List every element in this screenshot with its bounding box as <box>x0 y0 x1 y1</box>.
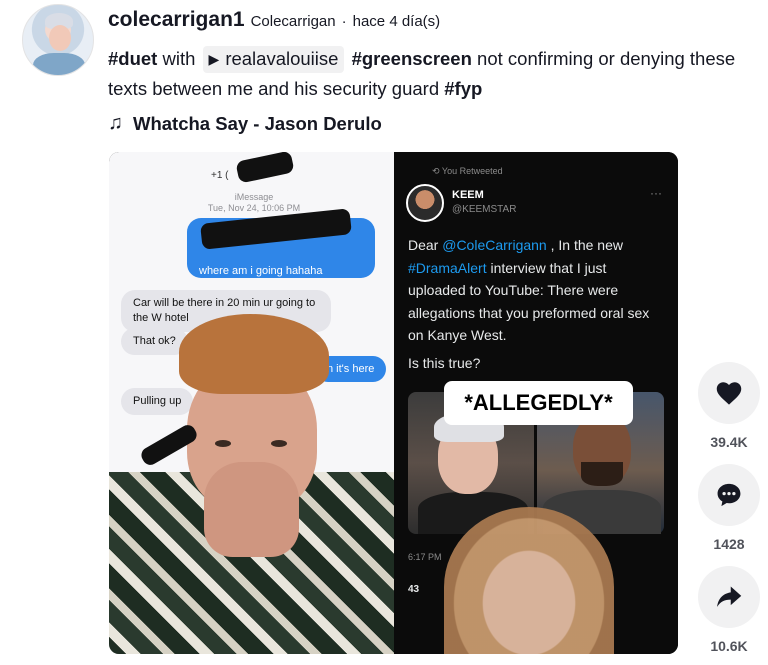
like-count: 39.4K <box>710 434 748 450</box>
tweet-time: 6:17 PM <box>408 552 442 562</box>
share-button[interactable] <box>698 566 760 628</box>
duet-person-right <box>444 507 614 654</box>
nickname[interactable]: Colecarrigan <box>251 13 336 30</box>
image-person-beard <box>581 462 623 486</box>
hashtag-fyp[interactable]: #fyp <box>444 78 482 99</box>
retweet-text: You Retweeted <box>441 166 503 176</box>
avatar-face <box>49 25 71 51</box>
tweet-avatar <box>406 184 444 222</box>
tweet-text-1: Dear <box>408 237 443 253</box>
comment-group: 1428 <box>698 464 760 556</box>
imessage-meta: iMessage Tue, Nov 24, 10:06 PM <box>169 192 339 214</box>
avatar-shirt <box>33 53 85 75</box>
duet-username: realavalouiise <box>225 48 339 69</box>
comment-count: 1428 <box>713 536 745 552</box>
hashtag-duet[interactable]: #duet <box>108 48 157 69</box>
comment-button[interactable] <box>698 464 760 526</box>
username[interactable]: colecarrigan1 <box>108 8 245 32</box>
share-group: 10.6K <box>698 566 760 658</box>
retweet-label: ⟲ You Retweeted <box>432 166 503 176</box>
like-button[interactable] <box>698 362 760 424</box>
post-header: colecarrigan1 Colecarrigan · hace 4 día(… <box>108 8 758 135</box>
separator-dot: · <box>341 13 347 30</box>
person-hand <box>204 462 299 557</box>
person-hair <box>179 314 329 394</box>
tweet-mention: @ColeCarrigann <box>442 237 547 253</box>
imessage-contact: +1 ( <box>211 170 229 181</box>
tweet-count: 43 <box>408 584 420 595</box>
more-icon: ··· <box>650 186 662 200</box>
tweet-screenshot: ⟲ You Retweeted KEEM @KEEMSTAR ··· Dear … <box>394 152 678 654</box>
avatar[interactable] <box>22 4 94 76</box>
allegedly-overlay: *ALLEGEDLY* <box>444 381 633 425</box>
tweet-question: Is this true? <box>408 355 481 371</box>
heart-icon <box>716 382 742 405</box>
imessage-screenshot: +1 ( iMessage Tue, Nov 24, 10:06 PM wher… <box>109 152 394 654</box>
caption: #duet with ▶ realavalouiise #greenscreen … <box>108 44 748 104</box>
tweet-name: KEEM <box>452 189 484 201</box>
duet-user-link[interactable]: ▶ realavalouiise <box>202 46 345 73</box>
tweet-text-2: , In the new <box>546 237 623 253</box>
like-group: 39.4K <box>698 362 760 454</box>
comment-icon <box>717 483 741 507</box>
music-link[interactable]: ♫ Whatcha Say - Jason Derulo <box>108 112 758 135</box>
duet-person-left <box>109 314 394 654</box>
share-count: 10.6K <box>710 638 748 654</box>
hashtag-greenscreen[interactable]: #greenscreen <box>352 48 472 69</box>
imessage-blue-1: where am i going hahaha <box>199 265 323 277</box>
caption-with: with <box>157 48 201 69</box>
tweet-hashtag: #DramaAlert <box>408 259 487 276</box>
video-player[interactable]: +1 ( iMessage Tue, Nov 24, 10:06 PM wher… <box>109 152 678 654</box>
person-eye <box>215 440 231 447</box>
scribble-redaction <box>235 152 295 184</box>
play-icon: ▶ <box>208 51 220 67</box>
post-time: hace 4 día(s) <box>352 13 441 30</box>
music-title: Whatcha Say - Jason Derulo <box>133 112 382 134</box>
share-arrow-icon <box>717 586 742 607</box>
music-note-icon: ♫ <box>108 112 123 134</box>
tweet-handle: @KEEMSTAR <box>452 204 517 215</box>
tweet-text: Dear @ColeCarrigann , In the new #DramaA… <box>408 234 658 347</box>
imessage-meta-title: iMessage <box>234 192 274 202</box>
person-eye <box>271 440 287 447</box>
user-line: colecarrigan1 Colecarrigan · hace 4 día(… <box>108 8 758 38</box>
